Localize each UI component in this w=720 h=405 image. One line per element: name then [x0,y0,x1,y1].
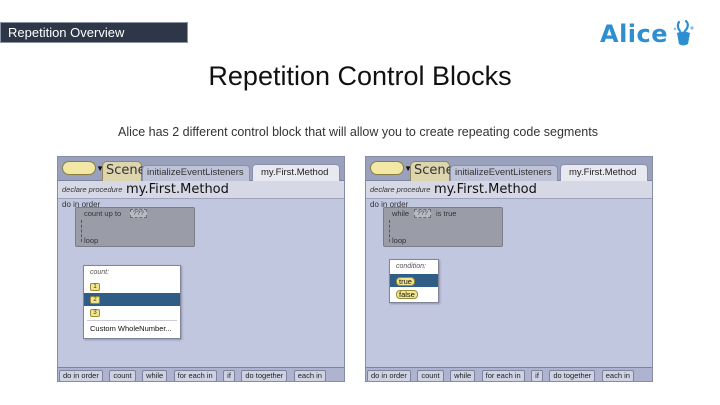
control-block-bar: do in order count while for each in if d… [58,367,344,381]
menu-item-true[interactable]: true [390,274,438,287]
if-tile[interactable]: if [531,370,543,381]
alice-logo: Alice [600,18,700,50]
do-together-tile[interactable]: do together [241,370,288,381]
control-block-bar: do in order count while for each in if d… [366,367,652,381]
count-loop-screenshot: ▼ Scene initializeEventListeners my.Firs… [57,156,345,382]
menu-separator [87,320,177,321]
do-in-order-tile[interactable]: do in order [367,370,411,381]
block-rail [389,220,390,242]
false-chip: false [396,289,418,299]
while-loop-screenshot: ▼ Scene initializeEventListeners my.Firs… [365,156,653,382]
menu-item-3[interactable]: 3 [84,306,180,319]
tab-bar: ▼ Scene initializeEventListeners my.Firs… [366,157,652,182]
tab-scene[interactable]: Scene [102,161,146,181]
count-tile[interactable]: count [417,370,444,381]
count-keyword: count up to [84,209,122,218]
bunny-icon [673,20,694,46]
logo-text: Alice [600,20,669,48]
number-chip-2: 2 [90,296,100,305]
while-tile[interactable]: while [450,370,476,381]
tab-initialize-event-listeners[interactable]: initializeEventListeners [450,165,558,181]
declare-keyword: declare procedure [62,185,123,194]
method-name: my.First.Method [434,182,537,197]
menu-item-1[interactable]: 1 [84,280,180,293]
each-in-tile[interactable]: each in [293,370,326,381]
loop-keyword: loop [392,236,407,245]
is-true-keyword: is true [436,209,457,218]
tab-my-first-method[interactable]: my.First.Method [560,164,648,182]
for-each-in-tile[interactable]: for each in [481,370,525,381]
number-chip-1: 1 [90,283,100,292]
true-chip: true [396,276,415,286]
for-each-in-tile[interactable]: for each in [173,370,217,381]
scene-dropdown[interactable]: ▼ [370,161,412,175]
code-canvas[interactable]: do in order count up to ??? loop count: … [58,199,344,367]
block-rail [81,220,82,242]
count-loop-block[interactable]: count up to ??? loop [75,207,195,247]
menu-item-2[interactable]: 2 [84,293,180,306]
number-chip-3: 3 [90,309,100,318]
do-together-tile[interactable]: do together [549,370,596,381]
menu-item-custom-whole-number[interactable]: Custom WholeNumber... [84,322,180,335]
tab-bar: ▼ Scene initializeEventListeners my.Firs… [58,157,344,182]
while-tile[interactable]: while [142,370,168,381]
method-name: my.First.Method [126,182,229,197]
count-value-slot[interactable]: ??? [130,209,147,218]
menu-item-false[interactable]: false [390,287,438,300]
slide-title: Repetition Control Blocks [208,61,512,91]
count-tile[interactable]: count [109,370,136,381]
tab-scene[interactable]: Scene [410,161,454,181]
declare-keyword: declare procedure [370,185,431,194]
menu-title: condition: [396,263,426,270]
count-value-menu: count: 1 2 3 Custom WholeNumber... [83,265,181,339]
scene-dropdown[interactable]: ▼ [62,161,104,175]
condition-slot[interactable]: ??? [414,209,431,218]
menu-title: count: [90,269,110,276]
loop-keyword: loop [84,236,99,245]
each-in-tile[interactable]: each in [601,370,634,381]
tab-initialize-event-listeners[interactable]: initializeEventListeners [142,165,250,181]
while-keyword: while [392,209,410,218]
procedure-header: declare procedure my.First.Method [58,181,344,199]
slide-subtitle: Alice has 2 different control block that… [118,125,598,139]
while-loop-block[interactable]: while ??? is true loop [383,207,503,247]
do-in-order-tile[interactable]: do in order [59,370,103,381]
section-tag: Repetition Overview [0,22,188,43]
if-tile[interactable]: if [223,370,235,381]
code-canvas[interactable]: do in order while ??? is true loop condi… [366,199,652,367]
tab-my-first-method[interactable]: my.First.Method [252,164,340,182]
condition-menu: condition: true false [389,259,439,303]
procedure-header: declare procedure my.First.Method [366,181,652,199]
